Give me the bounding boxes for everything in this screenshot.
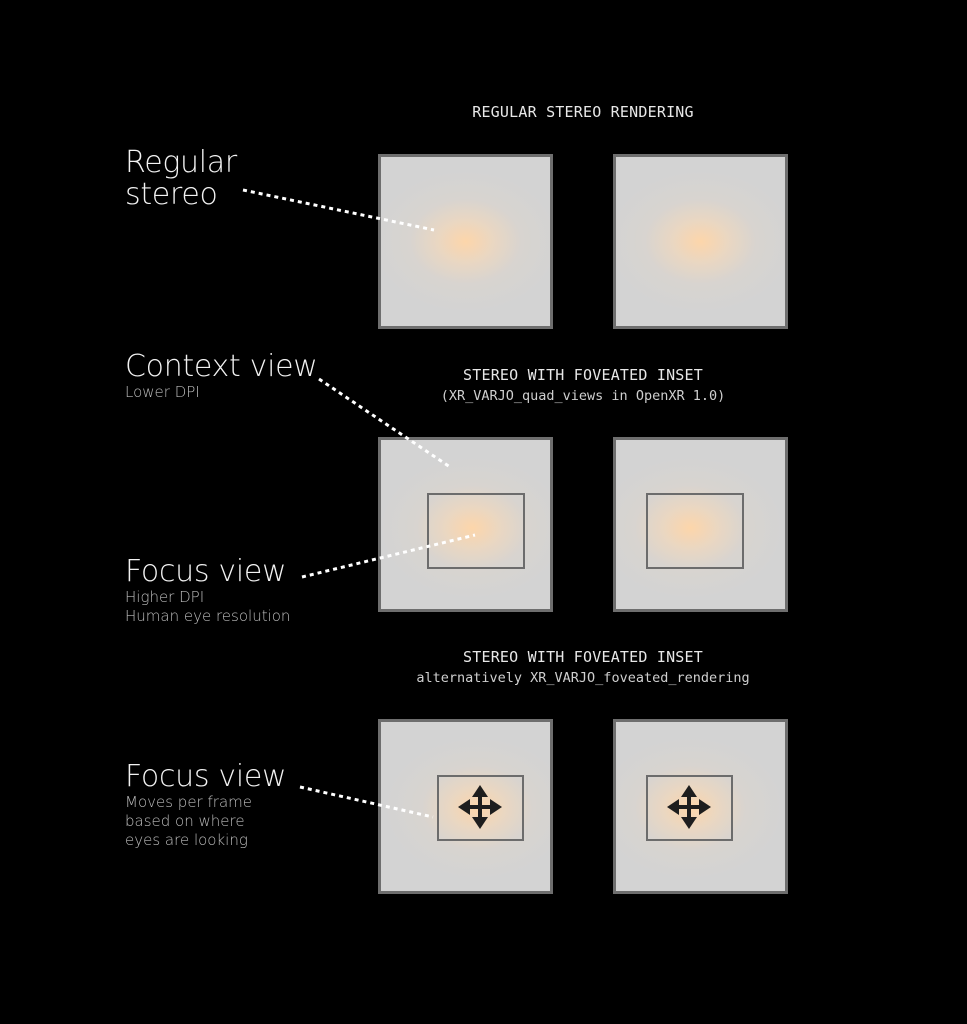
label-focus-static-detail-1: Higher DPI: [125, 588, 205, 606]
section-subtitle-foveated: alternatively XR_VARJO_foveated_renderin…: [416, 670, 750, 686]
right-eye-moving-inset: [646, 775, 733, 841]
label-focus-moving-detail-2: based on where: [125, 812, 245, 830]
section-subtitle-quad-views: (XR_VARJO_quad_views in OpenXR 1.0): [440, 388, 726, 404]
label-focus-view-static: Focus view Higher DPI Human eye resoluti…: [125, 556, 290, 626]
label-focus-moving-title: Focus view: [125, 759, 287, 794]
right-eye-view-foveated: [613, 719, 788, 894]
foveal-glow: [381, 157, 550, 326]
label-regular-stereo: Regular stereo: [125, 147, 237, 211]
left-eye-context-view: [378, 437, 553, 612]
left-eye-view-regular: [378, 154, 553, 329]
left-eye-view-foveated: [378, 719, 553, 894]
right-eye-view-regular: [613, 154, 788, 329]
right-eye-context-view: [613, 437, 788, 612]
label-focus-static-detail-2: Human eye resolution: [125, 607, 291, 625]
section-title-regular: REGULAR STEREO RENDERING: [472, 103, 694, 121]
right-eye-focus-inset: [646, 493, 744, 569]
left-eye-focus-inset: [427, 493, 525, 569]
section-title-quad-views: STEREO WITH FOVEATED INSET: [463, 366, 703, 384]
label-context-detail: Lower DPI: [125, 383, 200, 401]
label-regular-line-2: stereo: [125, 177, 218, 212]
left-eye-moving-inset: [437, 775, 524, 841]
label-focus-static-title: Focus view: [125, 554, 287, 589]
move-arrows-icon: [667, 785, 711, 829]
label-focus-moving-detail-3: eyes are looking: [125, 831, 248, 849]
move-arrows-icon: [458, 785, 502, 829]
label-focus-moving-detail-1: Moves per frame: [125, 793, 252, 811]
label-regular-line-1: Regular: [125, 145, 237, 180]
label-focus-view-moving: Focus view Moves per frame based on wher…: [125, 759, 287, 850]
label-context-view: Context view Lower DPI: [125, 351, 318, 402]
foveal-glow: [616, 157, 785, 326]
label-context-title: Context view: [125, 349, 318, 384]
section-title-foveated: STEREO WITH FOVEATED INSET: [463, 648, 703, 666]
